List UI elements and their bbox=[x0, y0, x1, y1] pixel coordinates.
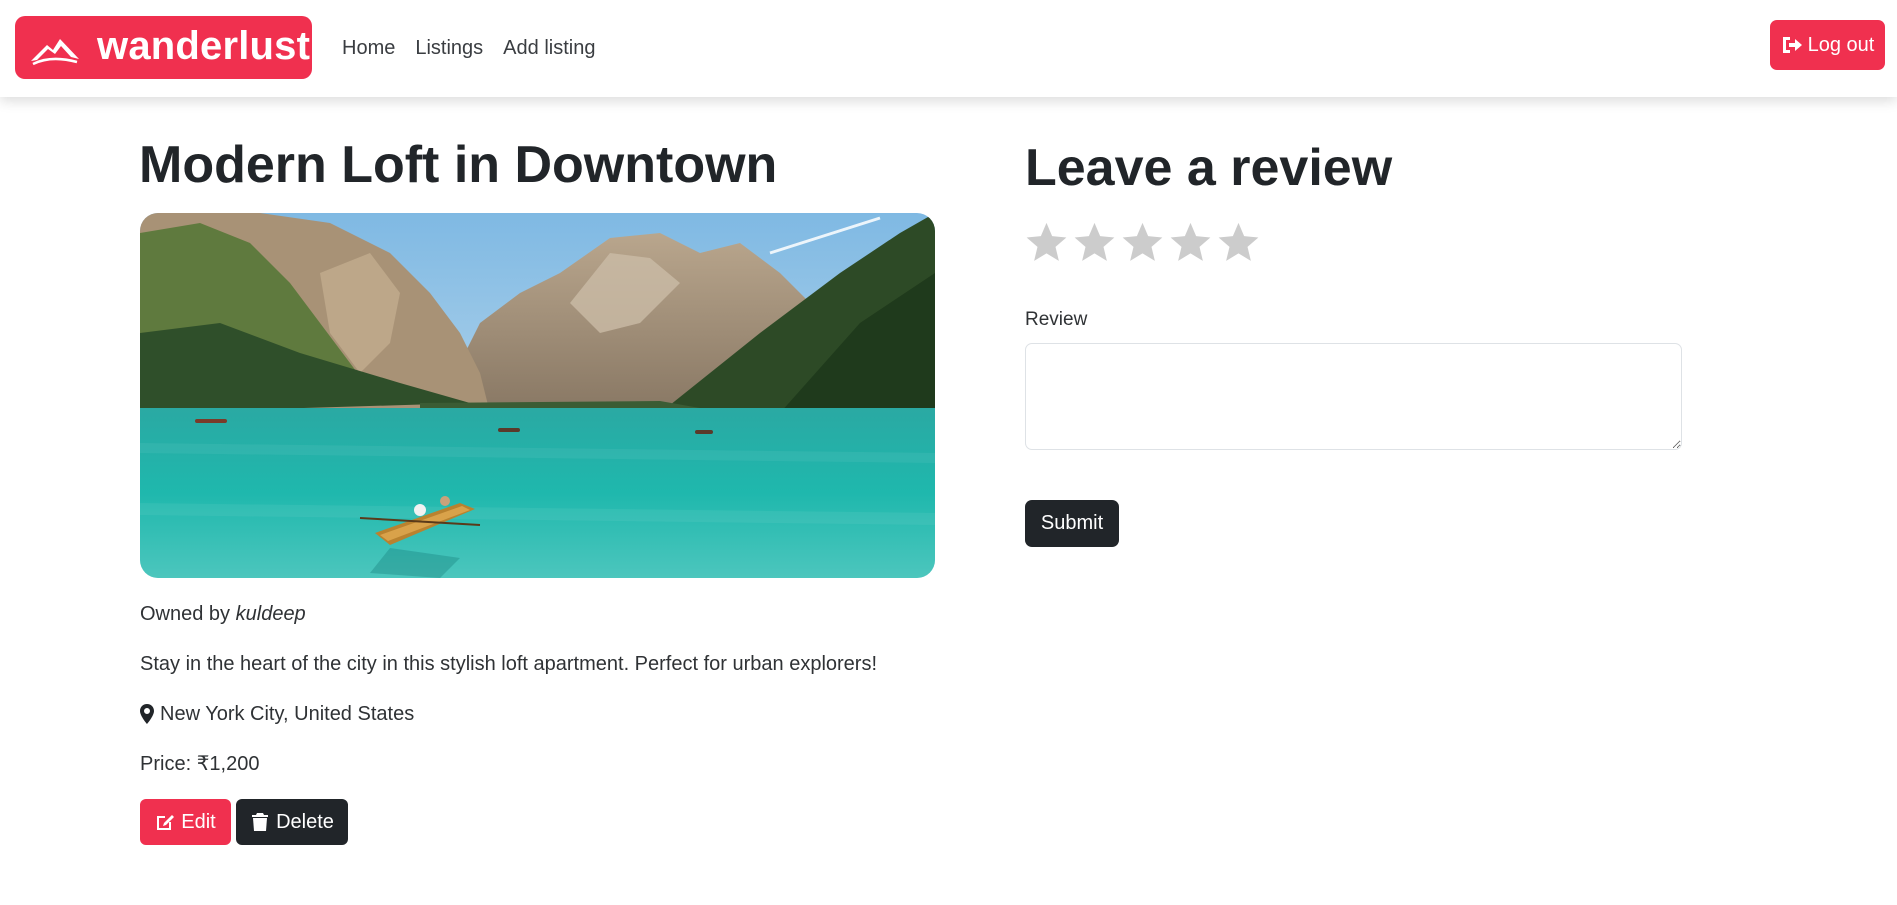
lake-mountain-photo bbox=[140, 213, 935, 578]
star-icon[interactable] bbox=[1168, 220, 1213, 265]
listing-title: Modern Loft in Downtown bbox=[139, 136, 778, 194]
price-value: ₹1,200 bbox=[196, 753, 260, 775]
logout-label: Log out bbox=[1807, 33, 1875, 56]
navbar: wanderlust Home Listings Add listing Log… bbox=[0, 0, 1897, 97]
owner-name: kuldeep bbox=[235, 603, 306, 625]
nav-links: Home Listings Add listing bbox=[342, 36, 615, 60]
owner-line: Owned by kuldeep bbox=[140, 602, 306, 626]
nav-link-home[interactable]: Home bbox=[342, 36, 395, 60]
logout-button[interactable]: Log out bbox=[1770, 20, 1885, 70]
edit-button[interactable]: Edit bbox=[140, 799, 231, 845]
star-icon[interactable] bbox=[1072, 220, 1117, 265]
star-icon[interactable] bbox=[1024, 220, 1069, 265]
nav-link-add-listing[interactable]: Add listing bbox=[503, 36, 595, 60]
listing-image bbox=[140, 213, 935, 578]
location-line: New York City, United States bbox=[140, 702, 414, 726]
delete-button[interactable]: Delete bbox=[236, 799, 348, 845]
review-label: Review bbox=[1025, 309, 1088, 330]
star-icon[interactable] bbox=[1216, 220, 1261, 265]
star-rating bbox=[1024, 220, 1261, 265]
price-label: Price: bbox=[140, 753, 192, 775]
review-textarea[interactable] bbox=[1025, 343, 1682, 450]
brand-logo-button[interactable]: wanderlust bbox=[15, 16, 312, 79]
nav-link-listings[interactable]: Listings bbox=[415, 36, 483, 60]
star-icon[interactable] bbox=[1120, 220, 1165, 265]
mountain-logo-icon bbox=[31, 38, 79, 65]
trash-icon bbox=[252, 813, 269, 831]
brand-name: wanderlust bbox=[97, 23, 311, 68]
owner-prefix: Owned by bbox=[140, 603, 231, 625]
edit-icon bbox=[157, 815, 175, 830]
submit-button[interactable]: Submit bbox=[1025, 500, 1119, 547]
listing-description: Stay in the heart of the city in this st… bbox=[140, 653, 878, 675]
review-heading: Leave a review bbox=[1025, 139, 1393, 197]
map-pin-icon bbox=[140, 704, 154, 724]
price-line: Price: ₹1,200 bbox=[140, 752, 259, 776]
edit-label: Edit bbox=[181, 810, 216, 833]
delete-label: Delete bbox=[276, 810, 334, 833]
sign-out-icon bbox=[1782, 37, 1802, 53]
location-text: New York City, United States bbox=[160, 703, 415, 725]
